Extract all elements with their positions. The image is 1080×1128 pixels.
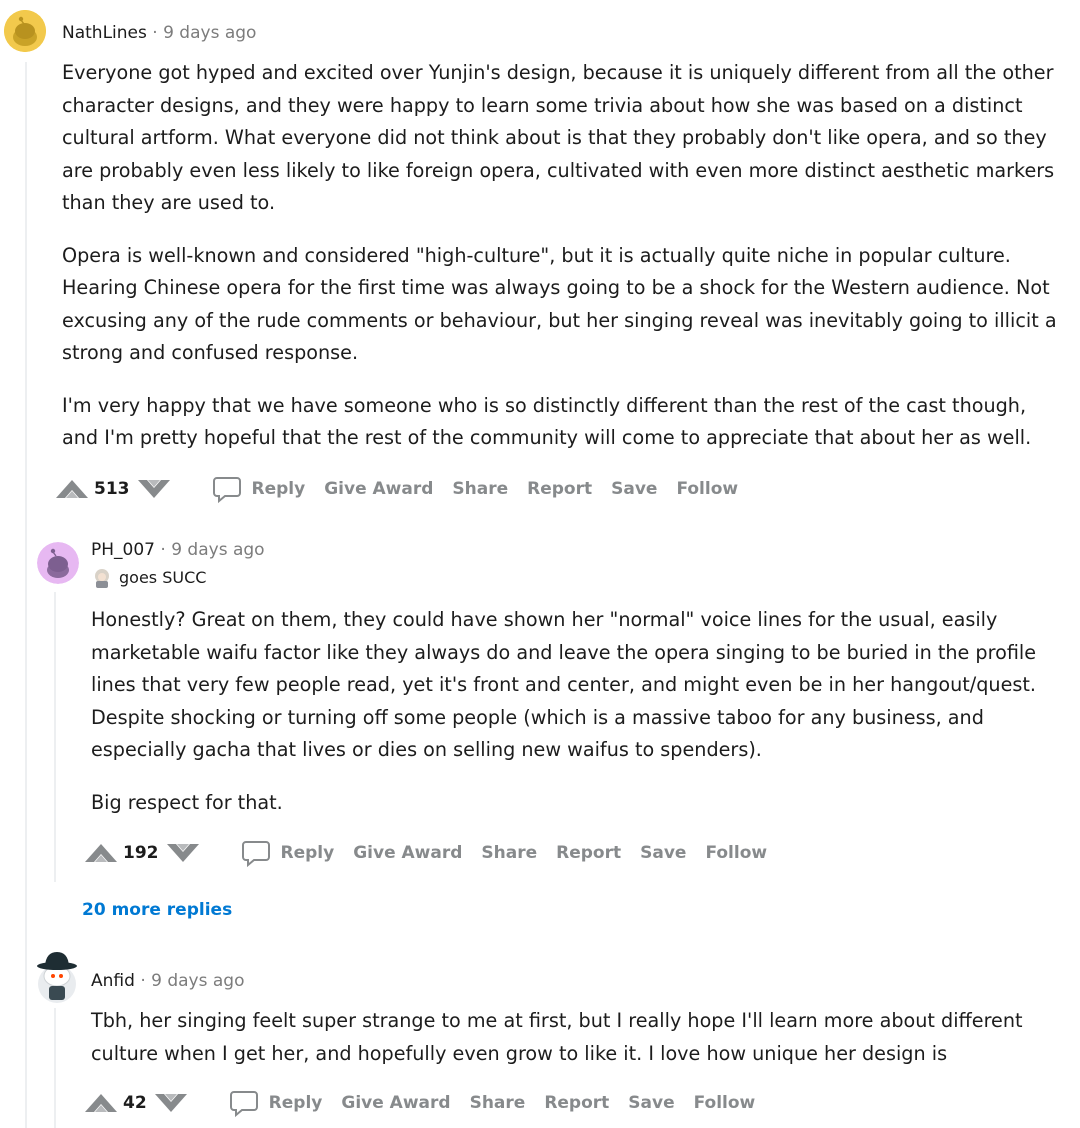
more-replies-link[interactable]: 20 more replies bbox=[82, 900, 232, 920]
snoo-avatar-icon bbox=[37, 542, 79, 584]
timestamp[interactable]: 9 days ago bbox=[171, 540, 264, 560]
reply-button[interactable]: Reply bbox=[212, 474, 306, 504]
comment-meta: Anfid · 9 days ago bbox=[91, 969, 244, 993]
upvote-icon[interactable] bbox=[54, 474, 90, 504]
downvote-icon[interactable] bbox=[136, 474, 172, 504]
give-award-button[interactable]: Give Award bbox=[353, 843, 462, 863]
user-flair: goes SUCC bbox=[91, 567, 206, 589]
upvote-icon[interactable] bbox=[83, 1088, 119, 1118]
save-button[interactable]: Save bbox=[628, 1093, 674, 1113]
avatar[interactable] bbox=[32, 946, 82, 1004]
timestamp[interactable]: 9 days ago bbox=[151, 971, 244, 991]
comment-meta: NathLines · 9 days ago bbox=[62, 21, 256, 45]
meta-separator: · bbox=[152, 23, 158, 43]
report-button[interactable]: Report bbox=[527, 479, 592, 499]
save-button[interactable]: Save bbox=[611, 479, 657, 499]
avatar[interactable] bbox=[37, 542, 79, 584]
thread-line-root[interactable] bbox=[25, 62, 27, 1128]
report-button[interactable]: Report bbox=[556, 843, 621, 863]
meta-separator: · bbox=[140, 971, 146, 991]
comment-paragraph: Honestly? Great on them, they could have… bbox=[91, 608, 1037, 761]
timestamp[interactable]: 9 days ago bbox=[163, 23, 256, 43]
snoo-avatar-icon bbox=[37, 952, 77, 1003]
give-award-button[interactable]: Give Award bbox=[324, 479, 433, 499]
meta-separator: · bbox=[160, 540, 166, 560]
comment-paragraph: Everyone got hyped and excited over Yunj… bbox=[62, 61, 1055, 214]
comment-actions: 42 Reply Give Award Share Report Save Fo… bbox=[83, 1083, 755, 1123]
reply-button[interactable]: Reply bbox=[229, 1088, 323, 1118]
thread-line-ph007[interactable] bbox=[54, 592, 56, 882]
comment-bubble-icon bbox=[212, 474, 242, 504]
comment-paragraph: I'm very happy that we have someone who … bbox=[62, 393, 1032, 450]
reply-label: Reply bbox=[280, 843, 335, 863]
username[interactable]: PH_007 bbox=[91, 540, 155, 560]
comment-bubble-icon bbox=[241, 838, 271, 868]
share-button[interactable]: Share bbox=[470, 1093, 526, 1113]
comment-bubble-icon bbox=[229, 1088, 259, 1118]
follow-button[interactable]: Follow bbox=[694, 1093, 756, 1113]
thread-line-anfid[interactable] bbox=[54, 1008, 56, 1128]
share-button[interactable]: Share bbox=[452, 479, 508, 499]
username[interactable]: Anfid bbox=[91, 971, 135, 991]
downvote-icon[interactable] bbox=[153, 1088, 189, 1118]
reply-label: Reply bbox=[251, 479, 306, 499]
follow-button[interactable]: Follow bbox=[705, 843, 767, 863]
vote-score: 42 bbox=[123, 1093, 147, 1113]
flair-character-icon bbox=[95, 569, 109, 588]
comment-paragraph: Big respect for that. bbox=[91, 790, 283, 814]
downvote-icon[interactable] bbox=[165, 838, 201, 868]
comment-body: Honestly? Great on them, they could have… bbox=[91, 604, 1051, 819]
comment-actions: 192 Reply Give Award Share Report Save F… bbox=[83, 833, 767, 873]
report-button[interactable]: Report bbox=[544, 1093, 609, 1113]
vote-score: 513 bbox=[94, 479, 130, 499]
save-button[interactable]: Save bbox=[640, 843, 686, 863]
comment-paragraph: Tbh, her singing feelt super strange to … bbox=[91, 1009, 1023, 1065]
flair-text: goes SUCC bbox=[119, 568, 207, 587]
avatar[interactable] bbox=[4, 10, 46, 52]
comment-paragraph: Opera is well-known and considered "high… bbox=[62, 243, 1057, 365]
comment-body: Tbh, her singing feelt super strange to … bbox=[91, 1005, 1071, 1070]
follow-button[interactable]: Follow bbox=[676, 479, 738, 499]
upvote-icon[interactable] bbox=[83, 838, 119, 868]
reply-button[interactable]: Reply bbox=[241, 838, 335, 868]
username[interactable]: NathLines bbox=[62, 23, 147, 43]
comment-body: Everyone got hyped and excited over Yunj… bbox=[62, 57, 1067, 455]
reply-label: Reply bbox=[268, 1093, 323, 1113]
comment-meta: PH_007 · 9 days ago bbox=[91, 538, 265, 562]
share-button[interactable]: Share bbox=[481, 843, 537, 863]
snoo-avatar-icon bbox=[4, 10, 46, 52]
vote-score: 192 bbox=[123, 843, 159, 863]
give-award-button[interactable]: Give Award bbox=[341, 1093, 450, 1113]
comment-actions: 513 Reply Give Award Share Report Save F… bbox=[54, 469, 738, 509]
